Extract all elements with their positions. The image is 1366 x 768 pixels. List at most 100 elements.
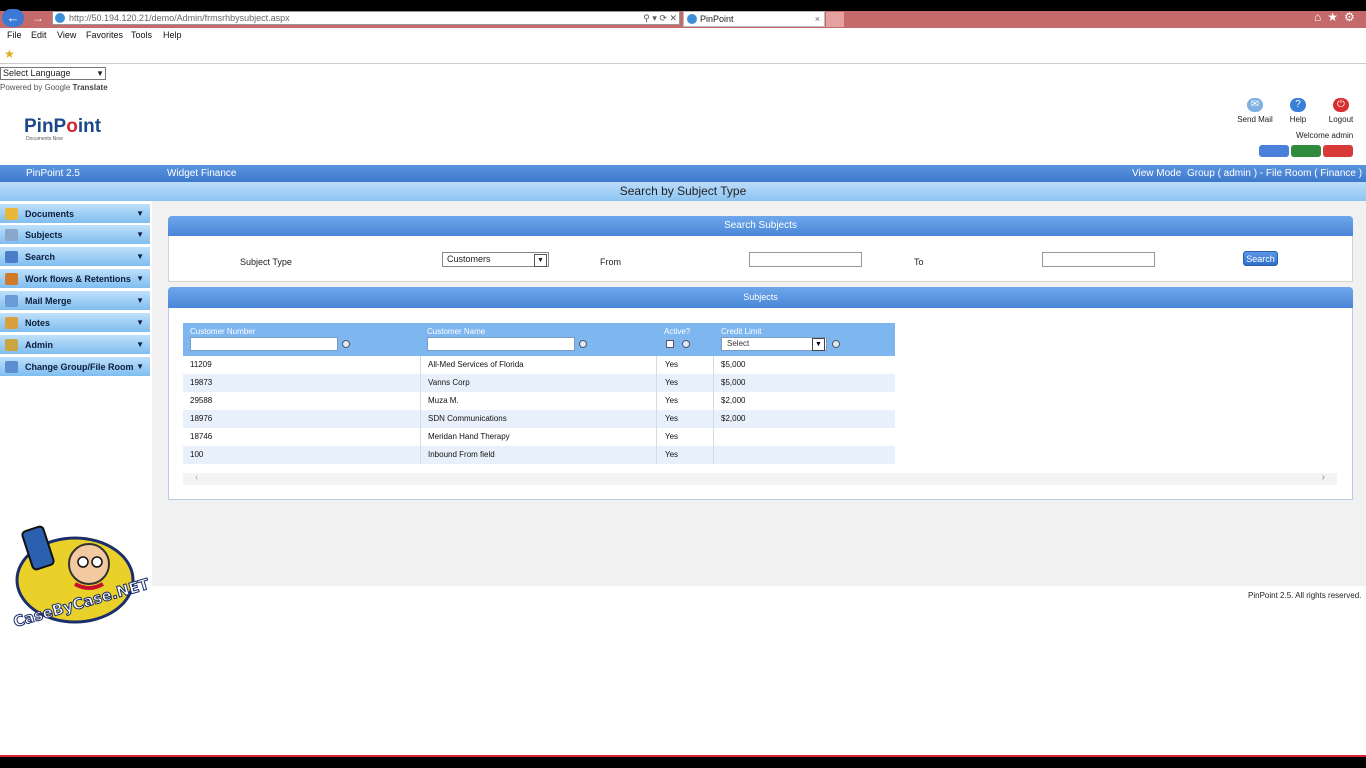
cell-customer-name: All-Med Services of Florida <box>420 356 524 374</box>
sidebar-item-admin[interactable]: Admin ▼ <box>0 335 150 355</box>
google-brand: Google <box>44 83 71 92</box>
search-button[interactable]: Search <box>1243 251 1278 266</box>
caret-down-icon: ▼ <box>136 209 144 218</box>
subject-type-label: Subject Type <box>240 257 292 267</box>
customer-number-filter[interactable] <box>190 337 338 351</box>
cell-active: Yes <box>656 410 678 428</box>
sidebar-item-documents[interactable]: Documents ▼ <box>0 204 150 224</box>
ie-icon <box>55 13 65 23</box>
table-row[interactable]: 11209 All-Med Services of Florida Yes $5… <box>183 356 895 374</box>
mail-icon <box>5 295 18 307</box>
app-version: PinPoint 2.5 <box>26 168 80 179</box>
cell-credit-limit: $2,000 <box>713 392 745 410</box>
table-row[interactable]: 18746 Meridan Hand Therapy Yes <box>183 428 895 446</box>
credit-limit-filter-select[interactable]: Select ▼ <box>721 337 827 351</box>
cell-customer-number: 100 <box>190 450 204 459</box>
to-input[interactable] <box>1042 252 1155 267</box>
theme-red-button[interactable] <box>1323 145 1353 157</box>
sidebar-item-label: Documents <box>25 209 75 219</box>
column-active[interactable]: Active? <box>664 327 690 336</box>
filter-search-icon[interactable] <box>579 340 587 348</box>
from-label: From <box>600 257 621 267</box>
search-panel-header: Search Subjects <box>168 216 1353 236</box>
cell-customer-name: SDN Communications <box>420 410 507 428</box>
favorites-bar <box>0 45 1366 64</box>
filter-search-icon[interactable] <box>832 340 840 348</box>
cell-credit-limit <box>713 446 721 464</box>
cell-credit-limit <box>713 428 721 446</box>
home-favorites-settings-icons[interactable]: ⌂★⚙ <box>1314 10 1364 24</box>
caret-down-icon: ▼ <box>136 362 144 371</box>
sidebar-item-mail-merge[interactable]: Mail Merge ▼ <box>0 291 150 311</box>
menu-help[interactable]: Help <box>163 30 182 40</box>
favorites-star-icon[interactable]: ★ <box>4 47 15 61</box>
sidebar-item-label: Admin <box>25 340 53 350</box>
cell-credit-limit: $5,000 <box>713 356 745 374</box>
language-select[interactable]: Select Language ▼ <box>0 67 106 80</box>
table-row[interactable]: 100 Inbound From field Yes <box>183 446 895 464</box>
logout-button[interactable]: ⏻ Logout <box>1327 98 1355 124</box>
subject-type-select[interactable]: Customers ▼ <box>442 252 549 267</box>
tab-close-icon[interactable]: × <box>815 12 820 26</box>
cell-customer-name: Inbound From field <box>420 446 495 464</box>
subjects-panel-header: Subjects <box>168 287 1353 308</box>
browser-top-bar <box>0 0 1366 11</box>
send-mail-button[interactable]: ✉ Send Mail <box>1236 98 1274 124</box>
filter-search-icon[interactable] <box>342 340 350 348</box>
sidebar-item-label: Subjects <box>25 230 63 240</box>
cell-credit-limit: $2,000 <box>713 410 745 428</box>
logout-label: Logout <box>1328 115 1354 124</box>
help-button[interactable]: ? Help <box>1285 98 1311 124</box>
menu-favorites[interactable]: Favorites <box>86 30 123 40</box>
cell-customer-number: 18746 <box>190 432 213 441</box>
language-select-value: Select Language <box>3 68 71 78</box>
table-row[interactable]: 29588 Muza M. Yes $2,000 <box>183 392 895 410</box>
back-button[interactable]: ← <box>2 9 24 27</box>
chevron-down-icon: ▼ <box>812 338 825 351</box>
cell-active: Yes <box>656 374 678 392</box>
address-bar[interactable]: http://50.194.120.21/demo/Admin/frmsrhby… <box>52 11 680 25</box>
forward-button[interactable]: → <box>30 10 46 26</box>
address-text: http://50.194.120.21/demo/Admin/frmsrhby… <box>69 13 290 23</box>
from-input[interactable] <box>749 252 862 267</box>
cell-active: Yes <box>656 356 678 374</box>
menu-edit[interactable]: Edit <box>31 30 47 40</box>
column-credit-limit[interactable]: Credit Limit <box>721 327 761 336</box>
filter-search-icon[interactable] <box>682 340 690 348</box>
table-row[interactable]: 19873 Vanns Corp Yes $5,000 <box>183 374 895 392</box>
bottom-bar <box>0 757 1366 768</box>
column-customer-name[interactable]: Customer Name <box>427 327 485 336</box>
view-mode-link[interactable]: View Mode <box>1132 165 1181 182</box>
menu-file[interactable]: File <box>7 30 22 40</box>
active-filter-checkbox[interactable] <box>666 340 674 348</box>
sidebar-item-workflows[interactable]: Work flows & Retentions ▼ <box>0 269 150 289</box>
sidebar-item-subjects[interactable]: Subjects ▼ <box>0 225 150 245</box>
logo-tagline: Documents Now <box>26 136 63 142</box>
table-row[interactable]: 18976 SDN Communications Yes $2,000 <box>183 410 895 428</box>
new-tab-button[interactable] <box>826 12 844 27</box>
scroll-right-icon[interactable]: › <box>1322 472 1325 483</box>
footer-copyright: PinPoint 2.5. All rights reserved. <box>1248 591 1362 600</box>
cell-active: Yes <box>656 446 678 464</box>
company-name: Widget Finance <box>167 168 237 179</box>
translate-link[interactable]: Translate <box>73 83 108 92</box>
theme-green-button[interactable] <box>1291 145 1321 157</box>
column-customer-number[interactable]: Customer Number <box>190 327 255 336</box>
scroll-left-icon[interactable]: ‹ <box>195 472 198 483</box>
chevron-down-icon: ▼ <box>96 69 104 78</box>
to-label: To <box>914 257 924 267</box>
sidebar-item-change-group[interactable]: Change Group/File Room ▼ <box>0 357 150 377</box>
browser-tab[interactable]: PinPoint × <box>683 11 825 27</box>
subjects-icon <box>5 229 18 241</box>
theme-blue-button[interactable] <box>1259 145 1289 157</box>
sidebar-item-search[interactable]: Search ▼ <box>0 247 150 267</box>
welcome-text: Welcome admin <box>1296 131 1354 140</box>
menu-view[interactable]: View <box>57 30 76 40</box>
sidebar-item-notes[interactable]: Notes ▼ <box>0 313 150 333</box>
menu-tools[interactable]: Tools <box>131 30 152 40</box>
sidebar-item-label: Work flows & Retentions <box>25 274 131 284</box>
address-tools-icons[interactable]: ⚲ ▾ ⟳ ✕ <box>643 12 677 24</box>
sidebar-item-label: Mail Merge <box>25 296 72 306</box>
customer-name-filter[interactable] <box>427 337 575 351</box>
horizontal-scrollbar[interactable]: ‹ › <box>183 472 1337 485</box>
